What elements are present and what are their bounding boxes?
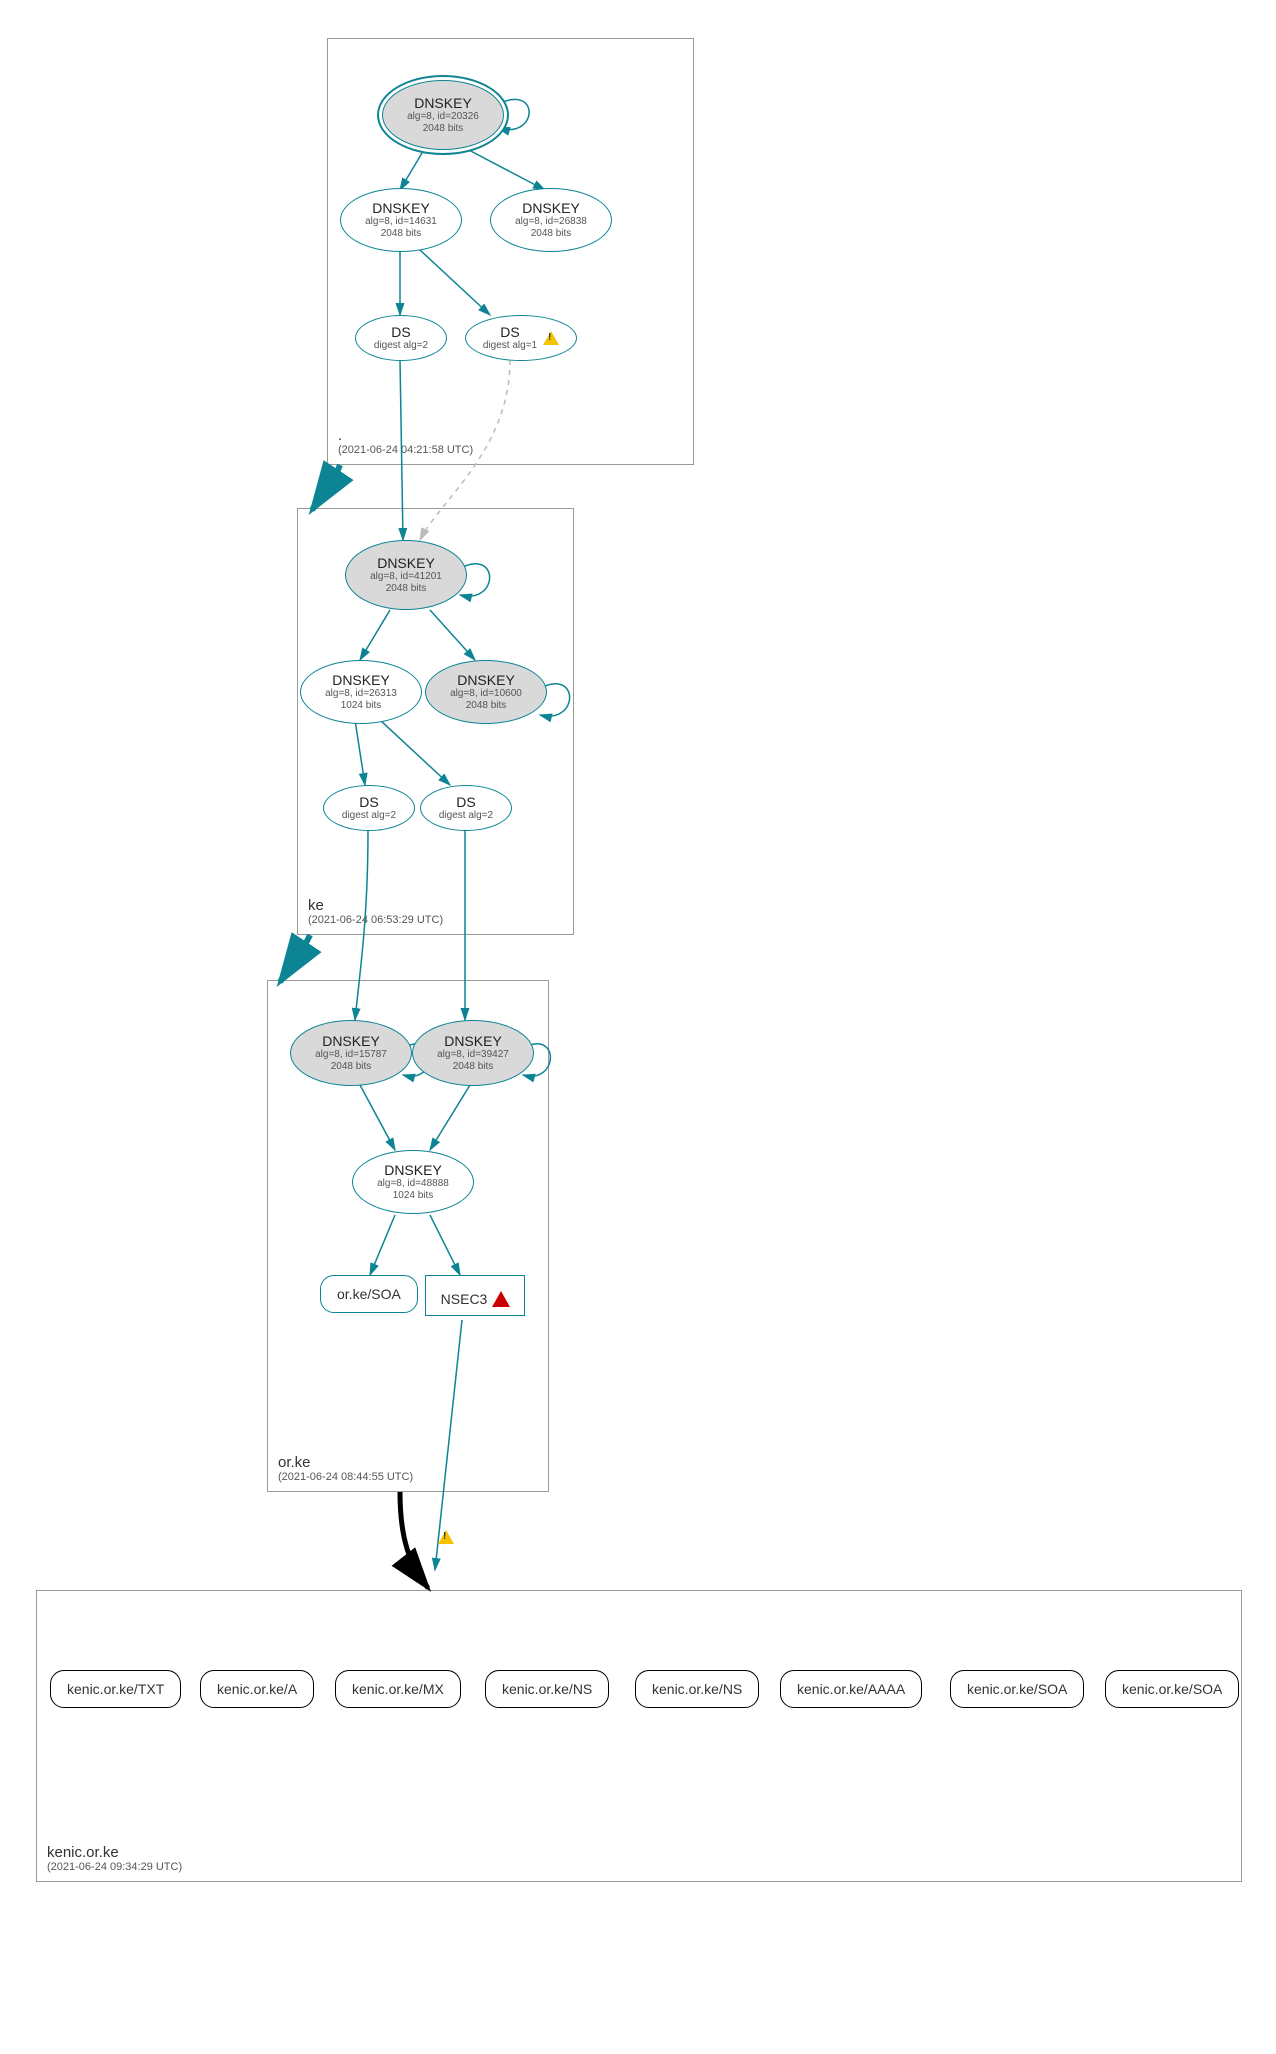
zone-kenic-ts: (2021-06-24 09:34:29 UTC) <box>47 1861 182 1873</box>
ke-ds1-title: DS <box>359 794 378 810</box>
warning-icon <box>543 331 559 345</box>
root-ksk-l2: 2048 bits <box>423 123 464 135</box>
node-rr-soa1: kenic.or.ke/SOA <box>950 1670 1084 1708</box>
rr-txt: kenic.or.ke/TXT <box>50 1670 181 1708</box>
zone-root-name: . <box>338 427 473 444</box>
node-rr-mx: kenic.or.ke/MX <box>335 1670 461 1708</box>
orke-soa-label: or.ke/SOA <box>320 1275 418 1313</box>
root-ds2-title: DS <box>500 324 519 340</box>
ke-zsk2-l2: 2048 bits <box>466 700 507 712</box>
node-rr-aaaa: kenic.or.ke/AAAA <box>780 1670 922 1708</box>
ke-ksk-l2: 2048 bits <box>386 583 427 595</box>
node-orke-zsk: DNSKEY alg=8, id=48888 1024 bits <box>352 1150 474 1214</box>
root-ds1-title: DS <box>391 324 410 340</box>
node-ke-ksk: DNSKEY alg=8, id=41201 2048 bits <box>345 540 467 610</box>
ke-ksk-title: DNSKEY <box>377 555 435 571</box>
orke-ksk1-l2: 2048 bits <box>331 1061 372 1073</box>
node-orke-soa: or.ke/SOA <box>320 1275 418 1313</box>
rr-aaaa: kenic.or.ke/AAAA <box>780 1670 922 1708</box>
node-root-zsk1: DNSKEY alg=8, id=14631 2048 bits <box>340 188 462 252</box>
dnssec-chain-diagram: . (2021-06-24 04:21:58 UTC) ke (2021-06-… <box>20 20 1256 2034</box>
orke-ksk2-l1: alg=8, id=39427 <box>437 1049 509 1061</box>
ke-ksk-l1: alg=8, id=41201 <box>370 571 442 583</box>
zone-ke-ts: (2021-06-24 06:53:29 UTC) <box>308 914 443 926</box>
ke-ds2-l1: digest alg=2 <box>439 810 493 822</box>
rr-soa1: kenic.or.ke/SOA <box>950 1670 1084 1708</box>
rr-a: kenic.or.ke/A <box>200 1670 314 1708</box>
ke-ds2-title: DS <box>456 794 475 810</box>
root-ds1-l1: digest alg=2 <box>374 340 428 352</box>
orke-zsk-title: DNSKEY <box>384 1162 442 1178</box>
zone-root-label: . (2021-06-24 04:21:58 UTC) <box>338 427 473 456</box>
node-ke-ds1: DS digest alg=2 <box>323 785 415 831</box>
zone-kenic-name: kenic.or.ke <box>47 1844 182 1861</box>
ke-zsk2-title: DNSKEY <box>457 672 515 688</box>
node-rr-ns1: kenic.or.ke/NS <box>485 1670 609 1708</box>
orke-ksk1-l1: alg=8, id=15787 <box>315 1049 387 1061</box>
zone-orke-label: or.ke (2021-06-24 08:44:55 UTC) <box>278 1454 413 1483</box>
rr-mx: kenic.or.ke/MX <box>335 1670 461 1708</box>
root-zsk1-title: DNSKEY <box>372 200 430 216</box>
zone-ke-name: ke <box>308 897 443 914</box>
node-root-ksk: DNSKEY alg=8, id=20326 2048 bits <box>382 80 504 150</box>
error-icon <box>493 1292 509 1306</box>
root-zsk1-l2: 2048 bits <box>381 228 422 240</box>
node-ke-ds2: DS digest alg=2 <box>420 785 512 831</box>
node-root-ds1: DS digest alg=2 <box>355 315 447 361</box>
root-zsk2-l2: 2048 bits <box>531 228 572 240</box>
node-rr-soa2: kenic.or.ke/SOA <box>1105 1670 1239 1708</box>
nsec3-label: NSEC3 <box>441 1291 488 1307</box>
zone-root-ts: (2021-06-24 04:21:58 UTC) <box>338 444 473 456</box>
root-ksk-l1: alg=8, id=20326 <box>407 111 479 123</box>
root-ds2-l1: digest alg=1 <box>483 340 537 352</box>
warning-icon <box>438 1530 454 1544</box>
ke-zsk1-title: DNSKEY <box>332 672 390 688</box>
node-ke-zsk2: DNSKEY alg=8, id=10600 2048 bits <box>425 660 547 724</box>
node-rr-a: kenic.or.ke/A <box>200 1670 314 1708</box>
root-zsk2-l1: alg=8, id=26838 <box>515 216 587 228</box>
rr-ns1: kenic.or.ke/NS <box>485 1670 609 1708</box>
ke-zsk1-l2: 1024 bits <box>341 700 382 712</box>
zone-kenic-label: kenic.or.ke (2021-06-24 09:34:29 UTC) <box>47 1844 182 1873</box>
zone-orke-ts: (2021-06-24 08:44:55 UTC) <box>278 1471 413 1483</box>
node-rr-txt: kenic.or.ke/TXT <box>50 1670 181 1708</box>
rr-ns2: kenic.or.ke/NS <box>635 1670 759 1708</box>
node-rr-ns2: kenic.or.ke/NS <box>635 1670 759 1708</box>
node-ke-zsk1: DNSKEY alg=8, id=26313 1024 bits <box>300 660 422 724</box>
ke-zsk1-l1: alg=8, id=26313 <box>325 688 397 700</box>
orke-zsk-l2: 1024 bits <box>393 1190 434 1202</box>
node-nsec3: NSEC3 <box>425 1275 525 1316</box>
zone-kenic: kenic.or.ke (2021-06-24 09:34:29 UTC) <box>36 1590 1242 1882</box>
node-orke-ksk2: DNSKEY alg=8, id=39427 2048 bits <box>412 1020 534 1086</box>
node-orke-ksk1: DNSKEY alg=8, id=15787 2048 bits <box>290 1020 412 1086</box>
node-root-zsk2: DNSKEY alg=8, id=26838 2048 bits <box>490 188 612 252</box>
rr-soa2: kenic.or.ke/SOA <box>1105 1670 1239 1708</box>
node-root-ds2: DS digest alg=1 <box>465 315 577 361</box>
orke-ksk2-title: DNSKEY <box>444 1033 502 1049</box>
root-zsk2-title: DNSKEY <box>522 200 580 216</box>
zone-ke-label: ke (2021-06-24 06:53:29 UTC) <box>308 897 443 926</box>
root-zsk1-l1: alg=8, id=14631 <box>365 216 437 228</box>
zone-root: . (2021-06-24 04:21:58 UTC) <box>327 38 694 465</box>
ke-zsk2-l1: alg=8, id=10600 <box>450 688 522 700</box>
orke-ksk1-title: DNSKEY <box>322 1033 380 1049</box>
orke-ksk2-l2: 2048 bits <box>453 1061 494 1073</box>
orke-zsk-l1: alg=8, id=48888 <box>377 1178 449 1190</box>
ke-ds1-l1: digest alg=2 <box>342 810 396 822</box>
root-ksk-title: DNSKEY <box>414 95 472 111</box>
zone-orke-name: or.ke <box>278 1454 413 1471</box>
